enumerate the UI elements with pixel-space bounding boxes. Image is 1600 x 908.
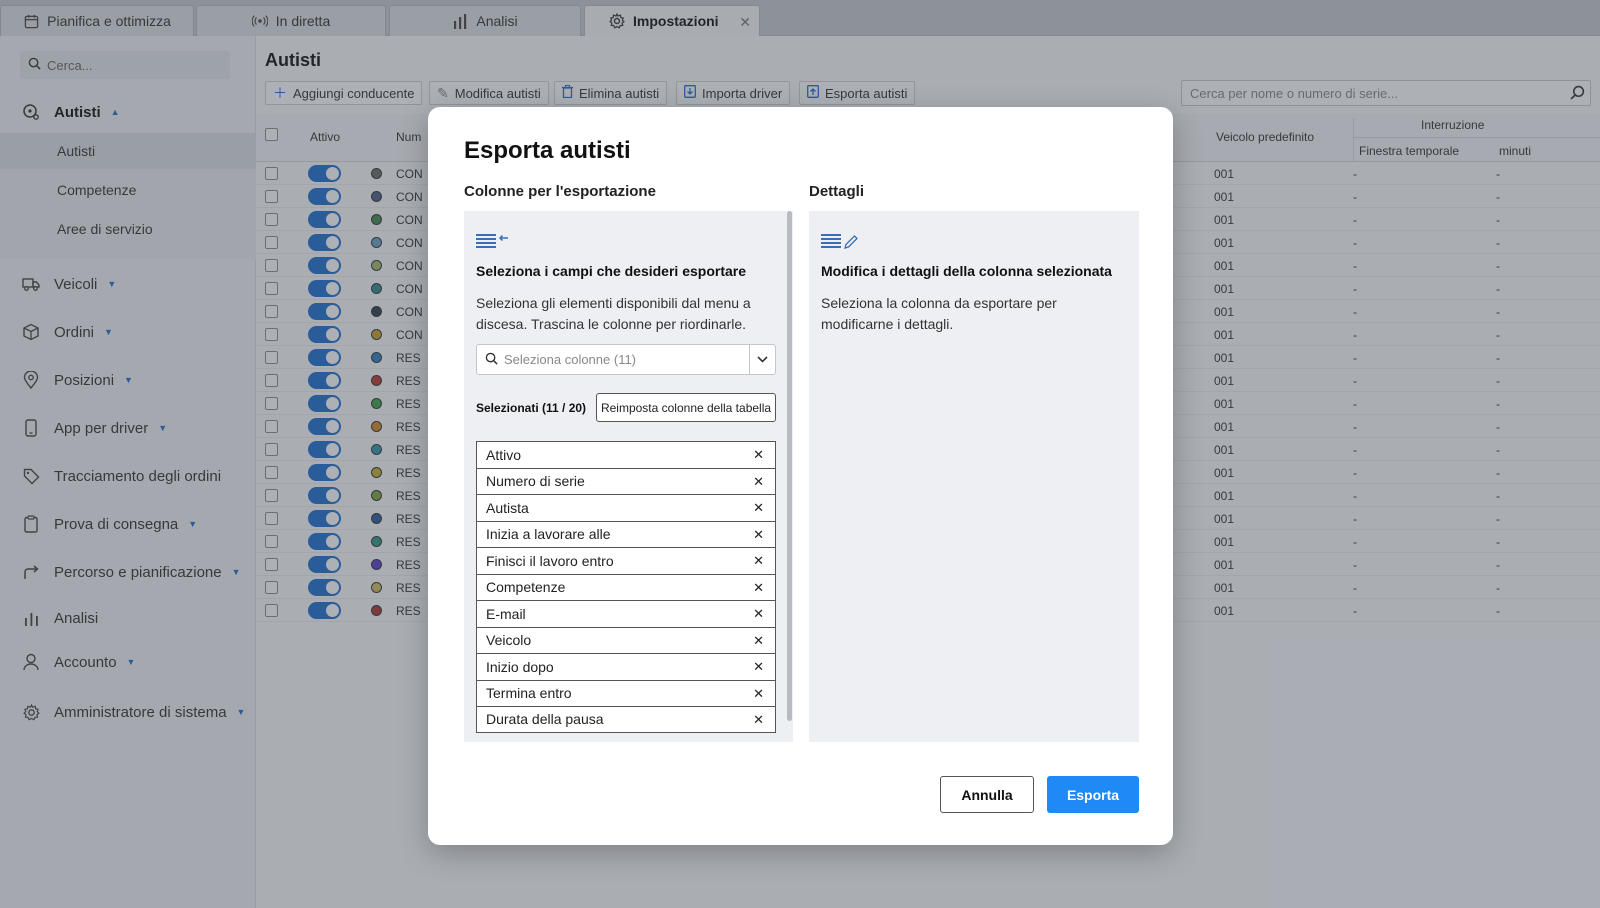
selected-field-item[interactable]: Durata della pausa ✕ <box>476 706 776 733</box>
edit-column-heading: Modifica i dettagli della colonna selezi… <box>821 263 1112 279</box>
export-button[interactable]: Esporta <box>1047 776 1139 813</box>
details-panel: Modifica i dettagli della colonna selezi… <box>809 211 1139 742</box>
search-icon <box>485 352 498 368</box>
selected-field-item[interactable]: Inizia a lavorare alle ✕ <box>476 520 776 547</box>
remove-field-icon[interactable]: ✕ <box>753 580 764 596</box>
select-fields-description: Seleziona gli elementi disponibili dal m… <box>476 295 751 332</box>
selected-field-item[interactable]: Numero di serie ✕ <box>476 467 776 494</box>
field-label: Finisci il lavoro entro <box>486 552 614 569</box>
selected-field-item[interactable]: Veicolo ✕ <box>476 626 776 653</box>
cancel-button[interactable]: Annulla <box>940 776 1034 813</box>
chevron-down-icon[interactable] <box>749 345 775 374</box>
field-label: Numero di serie <box>486 473 585 490</box>
selected-field-item[interactable]: Termina entro ✕ <box>476 679 776 706</box>
export-columns-panel: Seleziona i campi che desideri esportare… <box>464 211 793 742</box>
list-arrow-icon <box>476 233 510 252</box>
field-label: Competenze <box>486 579 566 596</box>
details-heading: Dettagli <box>809 183 865 200</box>
column-select-dropdown[interactable]: Seleziona colonne (11) <box>476 344 776 375</box>
export-columns-heading: Colonne per l'esportazione <box>464 183 656 200</box>
remove-field-icon[interactable]: ✕ <box>753 686 764 702</box>
export-drivers-dialog: Esporta autisti Colonne per l'esportazio… <box>428 107 1173 845</box>
remove-field-icon[interactable]: ✕ <box>753 633 764 649</box>
dialog-title: Esporta autisti <box>464 137 631 164</box>
remove-field-icon[interactable]: ✕ <box>753 474 764 490</box>
edit-column-description: Seleziona la colonna da esportare per mo… <box>821 295 1057 332</box>
remove-field-icon[interactable]: ✕ <box>753 606 764 622</box>
selected-field-item[interactable]: Inizio dopo ✕ <box>476 653 776 680</box>
field-label: Veicolo <box>486 632 532 649</box>
remove-field-icon[interactable]: ✕ <box>753 553 764 569</box>
remove-field-icon[interactable]: ✕ <box>753 712 764 728</box>
field-label: E-mail <box>486 605 526 622</box>
list-edit-icon <box>821 233 861 252</box>
remove-field-icon[interactable]: ✕ <box>753 447 764 463</box>
field-label: Durata della pausa <box>486 711 604 728</box>
selected-field-item[interactable]: Attivo ✕ <box>476 441 776 468</box>
selected-field-item[interactable]: Autista ✕ <box>476 494 776 521</box>
select-fields-heading: Seleziona i campi che desideri esportare <box>476 263 746 279</box>
remove-field-icon[interactable]: ✕ <box>753 527 764 543</box>
field-label: Attivo <box>486 446 522 463</box>
field-label: Termina entro <box>486 685 572 702</box>
selected-fields-list: Attivo ✕ Numero di serie ✕ Autista ✕ Inizia a … <box>476 441 776 733</box>
panel-scrollbar[interactable] <box>787 211 792 721</box>
selected-field-item[interactable]: Finisci il lavoro entro ✕ <box>476 547 776 574</box>
selected-field-item[interactable]: Competenze ✕ <box>476 573 776 600</box>
field-label: Inizio dopo <box>486 658 554 675</box>
selected-count: Selezionati (11 / 20) <box>476 401 587 415</box>
column-select-placeholder: Seleziona colonne (11) <box>504 352 637 367</box>
remove-field-icon[interactable]: ✕ <box>753 659 764 675</box>
reset-columns-button[interactable]: Reimposta colonne della tabella <box>596 393 776 422</box>
field-label: Autista <box>486 499 529 516</box>
selected-field-item[interactable]: E-mail ✕ <box>476 600 776 627</box>
remove-field-icon[interactable]: ✕ <box>753 500 764 516</box>
field-label: Inizia a lavorare alle <box>486 526 611 543</box>
